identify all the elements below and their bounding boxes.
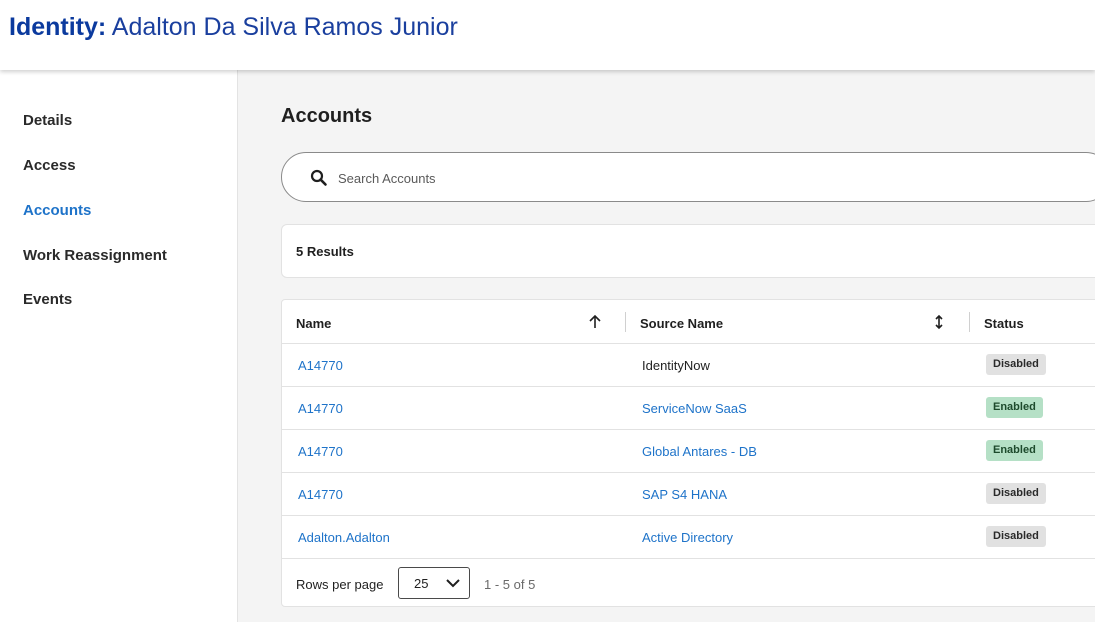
- account-name-link[interactable]: Adalton.Adalton: [298, 530, 390, 545]
- source-name-link[interactable]: Active Directory: [642, 530, 733, 545]
- source-name-link[interactable]: ServiceNow SaaS: [642, 401, 747, 416]
- rows-per-page-select[interactable]: 25: [398, 567, 470, 599]
- sort-arrows-icon[interactable]: [931, 313, 947, 331]
- sidebar-item-accounts[interactable]: Accounts: [23, 202, 91, 219]
- account-name-link[interactable]: A14770: [298, 487, 343, 502]
- account-name-link[interactable]: A14770: [298, 401, 343, 416]
- rows-per-page-value: 25: [414, 576, 429, 591]
- sidebar-item-access[interactable]: Access: [23, 157, 76, 174]
- table-header: Name Source Name Status: [282, 300, 1095, 344]
- status-badge: Disabled: [986, 526, 1046, 547]
- status-badge: Enabled: [986, 440, 1043, 461]
- source-name-link[interactable]: SAP S4 HANA: [642, 487, 727, 502]
- column-header-name[interactable]: Name: [296, 316, 331, 331]
- arrow-up-icon[interactable]: [587, 313, 603, 331]
- main-content: Accounts 5 Results Name Source Name Sta: [238, 70, 1095, 622]
- rows-per-page-label: Rows per page: [296, 577, 384, 592]
- column-divider[interactable]: [969, 312, 970, 332]
- account-name-link[interactable]: A14770: [298, 358, 343, 373]
- table-row: A14770 SAP S4 HANA Disabled: [282, 473, 1095, 516]
- sidebar: Details Access Accounts Work Reassignmen…: [0, 70, 238, 622]
- search-bar[interactable]: [281, 152, 1095, 202]
- search-input[interactable]: [338, 166, 1038, 190]
- identity-name: Adalton Da Silva Ramos Junior: [111, 13, 458, 41]
- source-name-link[interactable]: Global Antares - DB: [642, 444, 757, 459]
- results-count: 5 Results: [296, 244, 354, 259]
- pagination-bar: Rows per page 25 1 - 5 of 5: [282, 559, 1095, 607]
- results-summary: 5 Results: [281, 224, 1095, 278]
- search-icon: [310, 169, 327, 186]
- sidebar-item-events[interactable]: Events: [23, 291, 72, 308]
- section-title: Accounts: [281, 105, 373, 127]
- table-row: A14770 Global Antares - DB Enabled: [282, 430, 1095, 473]
- top-header: Identity: Adalton Da Silva Ramos Junior: [0, 0, 1095, 70]
- table-row: Adalton.Adalton Active Directory Disable…: [282, 516, 1095, 559]
- page-title: Identity: Adalton Da Silva Ramos Junior: [9, 13, 458, 42]
- table-row: A14770 IdentityNow Disabled: [282, 344, 1095, 387]
- accounts-table: Name Source Name Status A14770 IdentityN…: [281, 299, 1095, 607]
- page-title-prefix: Identity:: [9, 13, 107, 41]
- table-row: A14770 ServiceNow SaaS Enabled: [282, 387, 1095, 430]
- status-badge: Enabled: [986, 397, 1043, 418]
- status-badge: Disabled: [986, 354, 1046, 375]
- sidebar-item-details[interactable]: Details: [23, 112, 72, 129]
- column-divider[interactable]: [625, 312, 626, 332]
- chevron-down-icon: [446, 579, 460, 588]
- column-header-source-name[interactable]: Source Name: [640, 316, 723, 331]
- account-name-link[interactable]: A14770: [298, 444, 343, 459]
- status-badge: Disabled: [986, 483, 1046, 504]
- source-name: IdentityNow: [642, 358, 710, 373]
- pagination-range: 1 - 5 of 5: [484, 577, 536, 592]
- column-header-status[interactable]: Status: [984, 316, 1024, 331]
- sidebar-item-work-reassignment[interactable]: Work Reassignment: [23, 247, 167, 264]
